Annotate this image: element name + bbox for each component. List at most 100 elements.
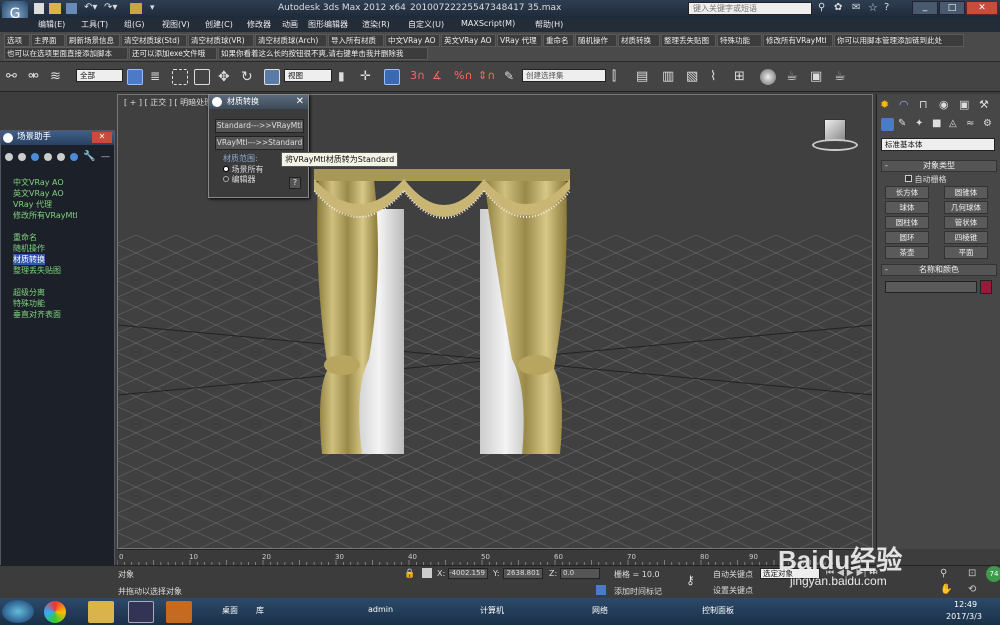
setkey-button[interactable]: 设置关键点 (713, 585, 753, 596)
z-coord-field[interactable]: 0.0 (560, 568, 600, 579)
lock-selection-icon[interactable]: 🔒 (404, 569, 415, 579)
viewcube-icon[interactable] (812, 117, 858, 153)
scene-helper-item[interactable]: 中文VRay AO (13, 177, 64, 188)
create-plane-button[interactable]: 平面 (944, 246, 988, 259)
helpers-icon[interactable]: ◬ (949, 118, 957, 129)
favorites-icon[interactable]: ☆ (868, 1, 878, 14)
angle-snap-icon[interactable]: ∡ (432, 69, 448, 85)
create-tube-button[interactable]: 管状体 (944, 216, 988, 229)
menu-views[interactable]: 视图(V) (162, 19, 190, 30)
zoom-extents-icon[interactable]: ⊡ (968, 568, 976, 579)
object-type-rollout-header[interactable]: - 对象类型 (881, 160, 997, 172)
bind-spacewarp-icon[interactable]: ≋ (50, 69, 66, 85)
y-coord-field[interactable]: 2638.801 (503, 568, 543, 579)
orbit-icon[interactable]: ⟲ (968, 584, 976, 595)
binoculars-icon[interactable]: ⚲ (818, 2, 825, 13)
object-name-input[interactable] (885, 281, 977, 293)
material-converter-dialog[interactable]: 材质转换 ✕ Standard--->>VRayMtl VRayMtl--->>… (208, 94, 309, 198)
timeline[interactable]: 0 10 20 30 40 50 60 70 80 90 (117, 549, 873, 566)
scene-helper-item[interactable]: 整理丢失贴图 (13, 265, 61, 276)
create-box-button[interactable]: 长方体 (885, 186, 929, 199)
script-button[interactable]: 重命名 (543, 34, 574, 47)
curve-editor-icon[interactable]: ⌇ (710, 69, 726, 85)
create-tab-icon[interactable]: ✹ (880, 98, 889, 111)
taskbar-item[interactable]: 控制面板 (702, 605, 734, 616)
menu-rendering[interactable]: 渲染(R) (362, 19, 390, 30)
rect-selection-icon[interactable] (172, 69, 188, 85)
menu-tools[interactable]: 工具(T) (81, 19, 108, 30)
display-tab-icon[interactable]: ▣ (959, 98, 969, 111)
create-cone-button[interactable]: 圆锥体 (944, 186, 988, 199)
menu-animation[interactable]: 动画 (282, 19, 298, 30)
menu-create[interactable]: 创建(C) (205, 19, 233, 30)
help-button[interactable]: ? (289, 177, 301, 189)
selection-filter-dropdown[interactable]: 全部 (76, 69, 123, 82)
layer-manager-icon[interactable]: ▥ (662, 69, 678, 85)
systems-icon[interactable]: ⚙ (983, 118, 992, 129)
zoom-icon[interactable]: ⚲ (940, 568, 947, 579)
scene-helper-close-button[interactable]: ✕ (92, 132, 112, 143)
script-button[interactable]: 主界面 (31, 34, 65, 47)
script-button[interactable]: 还可以添加exe文件哦 (129, 47, 217, 60)
editor-radio[interactable]: 编辑器 (223, 174, 256, 185)
spacewarps-icon[interactable]: ≈ (966, 118, 974, 129)
script-button[interactable]: 清空材质球(Std) (121, 34, 187, 47)
close-button[interactable]: ✕ (966, 1, 998, 15)
notification-badge[interactable]: 74 (986, 566, 1000, 582)
project-folder-icon[interactable] (130, 3, 142, 14)
align-icon[interactable]: ▤ (636, 69, 652, 85)
script-button[interactable]: 导入所有材质 (328, 34, 384, 47)
scene-helper-item[interactable]: VRay 代理 (13, 199, 52, 210)
edit-named-selection-icon[interactable]: ✎ (504, 69, 520, 85)
minimize-button[interactable]: _ (912, 1, 938, 15)
script-button[interactable]: 整理丢失贴图 (661, 34, 716, 47)
pivot-center-icon[interactable]: ▮ (338, 69, 354, 85)
standard-to-vray-button[interactable]: Standard--->>VRayMtl (215, 119, 304, 133)
schematic-view-icon[interactable]: ⊞ (734, 69, 750, 85)
script-button[interactable]: 刷新场景信息 (66, 34, 120, 47)
material-converter-close-button[interactable]: ✕ (296, 95, 304, 108)
create-teapot-button[interactable]: 茶壶 (885, 246, 929, 259)
undo-icon[interactable]: ↶▾ (84, 2, 97, 13)
script-button[interactable]: 材质转换 (618, 34, 660, 47)
graphite-tools-icon[interactable]: ▧ (686, 69, 702, 85)
reference-coordinate-dropdown[interactable]: 视图 (284, 69, 332, 82)
geometry-icon[interactable] (881, 118, 894, 131)
script-button[interactable]: 修改所有VRayMtl (763, 34, 833, 47)
wrench-icon[interactable]: 🔧 (83, 151, 95, 162)
vray-to-standard-button[interactable]: VRayMtl--->>Standard (215, 136, 304, 150)
lights-icon[interactable]: ✦ (915, 118, 923, 129)
menu-group[interactable]: 组(G) (124, 19, 144, 30)
command-panel[interactable]: ✹ ◠ ⊓ ◉ ▣ ⚒ ✎ ✦ ■ ◬ ≈ ⚙ 标准基本体 - 对象类型 自动栅… (876, 94, 1000, 549)
help-search-input[interactable]: 键入关键字或短语 (688, 2, 812, 15)
hierarchy-tab-icon[interactable]: ⊓ (919, 98, 928, 111)
maximize-button[interactable]: □ (939, 1, 965, 15)
circle-icon[interactable] (31, 153, 39, 161)
taskbar-item[interactable]: admin (368, 605, 393, 614)
scene-helper-item[interactable]: 英文VRay AO (13, 188, 64, 199)
script-button[interactable]: 也可以在选项里面直接添加脚本 (4, 47, 128, 60)
clock-date[interactable]: 2017/3/3 (946, 612, 982, 621)
absolute-mode-icon[interactable] (422, 568, 432, 578)
render-production-icon[interactable]: ☕ (834, 69, 850, 85)
quick-access-open-icon[interactable] (49, 3, 61, 14)
scene-helper-item[interactable]: 特殊功能 (13, 298, 45, 309)
object-color-swatch[interactable] (980, 280, 992, 294)
spinner-snap-icon[interactable]: ⇕∩ (478, 69, 495, 85)
quick-access-save-icon[interactable] (66, 3, 77, 14)
script-button[interactable]: 清空材质球(Arch) (255, 34, 327, 47)
menu-edit[interactable]: 编辑(E) (38, 19, 65, 30)
menu-graph-editors[interactable]: 图形编辑器 (308, 19, 348, 30)
scene-helper-item[interactable]: 重命名 (13, 232, 37, 243)
cameras-icon[interactable]: ■ (932, 118, 941, 129)
scene-helper-item[interactable]: 超级分离 (13, 287, 45, 298)
script-button[interactable]: 选项 (4, 34, 30, 47)
object-category-dropdown[interactable]: 标准基本体 (881, 138, 995, 151)
script-button[interactable]: 随机操作 (575, 34, 617, 47)
utilities-tab-icon[interactable]: ⚒ (979, 98, 989, 111)
script-button[interactable]: VRay 代理 (497, 34, 542, 47)
named-selection-set-dropdown[interactable]: 创建选择集 (522, 69, 606, 82)
key-icon[interactable]: ⚷ (686, 573, 695, 587)
workspace-dropdown-icon[interactable]: ▾ (150, 3, 155, 13)
motion-tab-icon[interactable]: ◉ (939, 98, 949, 111)
